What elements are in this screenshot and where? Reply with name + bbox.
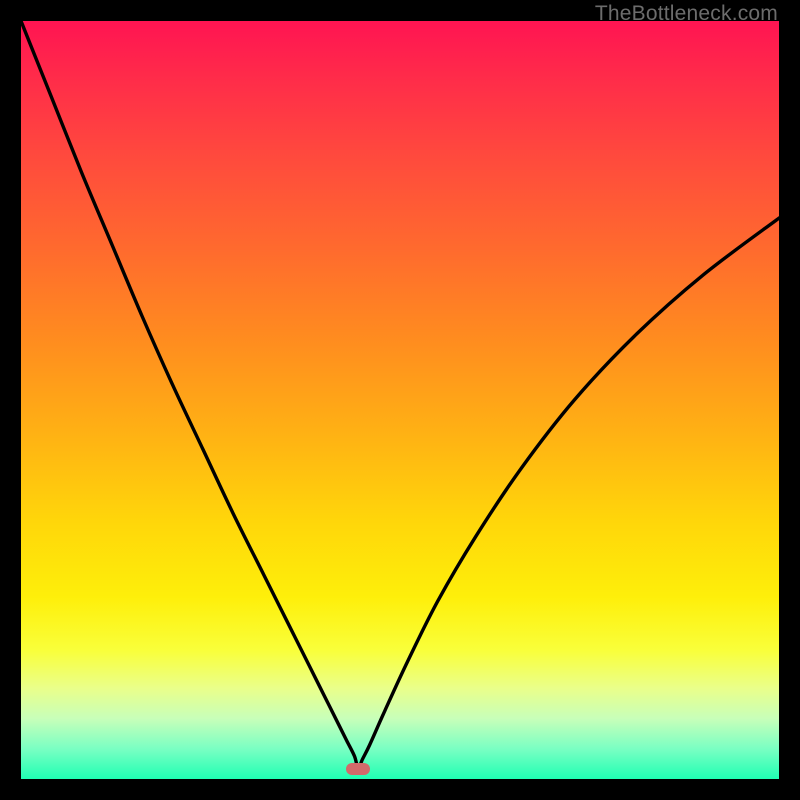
plot-area [21,21,779,779]
chart-frame: TheBottleneck.com [0,0,800,800]
watermark-text: TheBottleneck.com [595,2,778,26]
curve-layer [21,21,779,779]
min-point-marker [346,763,370,775]
bottleneck-curve [21,21,779,769]
